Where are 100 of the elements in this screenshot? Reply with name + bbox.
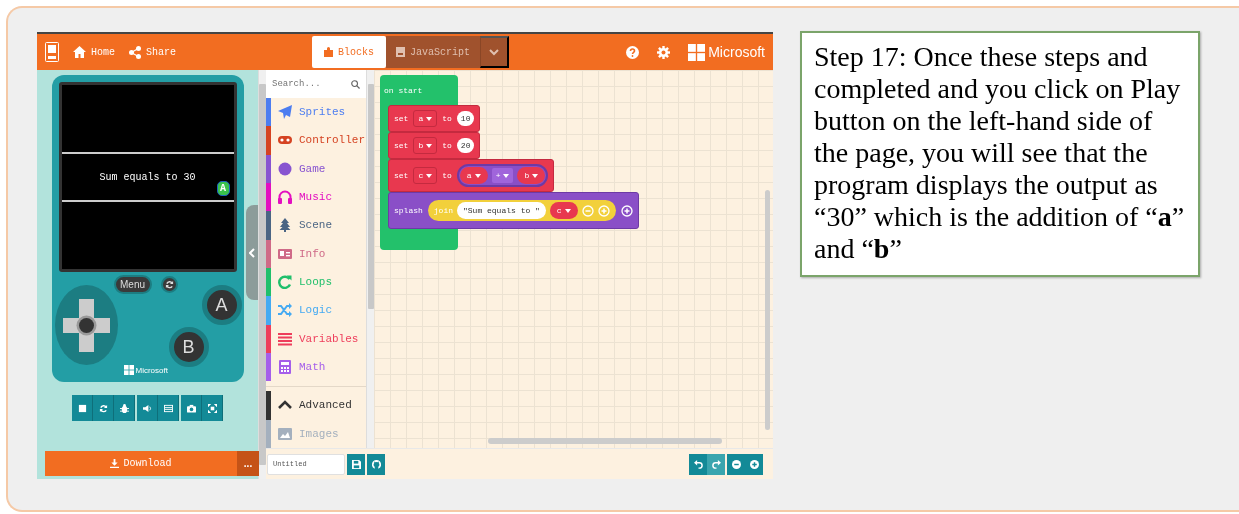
search-icon xyxy=(351,80,360,89)
category-item[interactable]: Math xyxy=(266,352,366,382)
number-input[interactable]: 10 xyxy=(456,111,475,126)
restart-button[interactable] xyxy=(160,276,178,293)
variable-dropdown[interactable]: b xyxy=(413,137,438,154)
calculator-icon xyxy=(278,360,292,375)
join-block[interactable]: join "Sum equals to " c xyxy=(427,200,616,221)
restart-button[interactable] xyxy=(93,395,114,421)
scrollbar[interactable] xyxy=(259,84,266,465)
scrollbar[interactable] xyxy=(488,438,722,444)
restart-icon xyxy=(98,403,108,413)
step-description: Step 17: Once these steps and completed and you click on Play button on the left-hand side of the page, you will see that the program displays the output as “30” which is the addition of “a” and “b” xyxy=(800,31,1200,277)
fullscreen-button[interactable] xyxy=(202,395,223,421)
a-button[interactable]: A xyxy=(201,285,242,325)
zoom-in-icon xyxy=(749,459,759,469)
more-button[interactable]: ... xyxy=(237,451,259,476)
set-variable-block[interactable]: set a to 10 xyxy=(388,105,481,132)
category-item[interactable]: Info xyxy=(266,239,366,268)
scrollbar[interactable] xyxy=(765,190,770,430)
set-variable-block[interactable]: set b to 20 xyxy=(388,132,481,159)
save-button[interactable] xyxy=(347,453,365,475)
category-label: Music xyxy=(299,191,332,204)
category-label: Scene xyxy=(299,219,332,232)
help-icon[interactable] xyxy=(626,45,640,59)
camera-button[interactable] xyxy=(181,395,202,421)
collapse-handle[interactable] xyxy=(246,205,258,300)
number-input[interactable]: 20 xyxy=(456,138,475,153)
dpad-drawing[interactable] xyxy=(54,285,118,365)
category-item[interactable]: Advanced xyxy=(266,391,366,420)
zoom-out-button[interactable] xyxy=(727,453,745,475)
plus-circle-icon[interactable] xyxy=(620,204,633,217)
set-variable-block[interactable]: set c to a + b xyxy=(388,159,555,192)
block-keyword: join xyxy=(433,206,453,215)
puzzle-piece-icon xyxy=(324,47,333,57)
category-label: Sprites xyxy=(299,106,346,119)
fullscreen-icon xyxy=(207,403,217,413)
nav-link[interactable]: Home xyxy=(73,46,115,58)
nav-link[interactable]: Share xyxy=(129,45,177,59)
microsoft-logo[interactable]: Microsoft xyxy=(688,43,765,61)
sound-button[interactable] xyxy=(137,395,158,421)
variable-block[interactable]: c xyxy=(549,202,578,219)
variable-block[interactable]: a xyxy=(459,167,488,184)
github-button[interactable] xyxy=(367,453,385,475)
block-keyword: set xyxy=(394,141,409,150)
category-item[interactable]: Controller xyxy=(266,126,366,155)
stop-button[interactable] xyxy=(72,395,93,421)
category-label: Advanced xyxy=(299,399,352,412)
category-item[interactable]: Logic xyxy=(266,296,366,325)
search-field[interactable]: Search... xyxy=(266,70,366,98)
category-item[interactable]: Sprites xyxy=(266,98,366,127)
bug-button[interactable] xyxy=(114,395,135,421)
category-label: Info xyxy=(299,247,326,260)
category-label: Logic xyxy=(299,304,332,317)
operator-dropdown[interactable]: + xyxy=(491,168,514,183)
microsoft-logo-icon xyxy=(688,43,706,61)
category-label: Images xyxy=(299,427,339,440)
arcade-logo-icon[interactable] xyxy=(45,42,59,62)
block-keyword: set xyxy=(394,171,409,180)
block-keyword: to xyxy=(442,171,452,180)
category-label: Loops xyxy=(299,276,332,289)
picture-icon xyxy=(278,426,292,441)
brand-name: Microsoft xyxy=(135,365,168,375)
panel-button[interactable] xyxy=(158,395,179,421)
variable-dropdown[interactable]: c xyxy=(413,167,438,184)
variable-dropdown[interactable]: a xyxy=(413,110,438,127)
addition-block[interactable]: a + b xyxy=(456,164,549,187)
splash-block[interactable]: splash join "Sum equals to " c xyxy=(388,192,639,229)
loop-arrow-icon xyxy=(278,275,292,290)
chevron-left-icon xyxy=(249,247,255,258)
undo-button[interactable] xyxy=(689,453,707,475)
chevron-down-icon xyxy=(489,48,500,56)
redo-button[interactable] xyxy=(707,453,725,475)
shuffle-icon xyxy=(278,303,292,318)
scrollbar[interactable] xyxy=(367,84,374,309)
sound-icon xyxy=(142,403,152,413)
camera-icon xyxy=(186,403,196,413)
block-keyword: to xyxy=(442,114,452,123)
menu-button[interactable]: Menu xyxy=(113,275,152,294)
variable-block[interactable]: b xyxy=(517,167,546,184)
b-button[interactable]: B xyxy=(168,327,209,367)
category-label: Controller xyxy=(299,134,365,147)
home-icon xyxy=(73,46,86,58)
download-button[interactable]: Download xyxy=(45,451,237,476)
download-icon xyxy=(110,459,120,468)
dropdown-button[interactable] xyxy=(480,36,510,68)
settings-icon[interactable] xyxy=(657,45,671,59)
category-item[interactable]: Music xyxy=(266,183,366,212)
block-keyword: set xyxy=(394,114,409,123)
text-input[interactable]: "Sum equals to " xyxy=(457,202,546,219)
category-item[interactable]: Loops xyxy=(266,267,366,297)
category-item[interactable]: Game xyxy=(266,154,366,183)
zoom-out-icon xyxy=(731,459,741,469)
category-item[interactable]: Variables xyxy=(266,324,366,353)
category-item[interactable]: Scene xyxy=(266,211,366,240)
paper-plane-icon xyxy=(278,105,292,120)
editor-tab[interactable]: JavaScript xyxy=(386,36,481,68)
zoom-in-button[interactable] xyxy=(745,453,763,475)
editor-tab[interactable]: Blocks xyxy=(312,36,387,68)
id-card-icon xyxy=(278,246,292,261)
brand-name: Microsoft xyxy=(708,44,765,60)
